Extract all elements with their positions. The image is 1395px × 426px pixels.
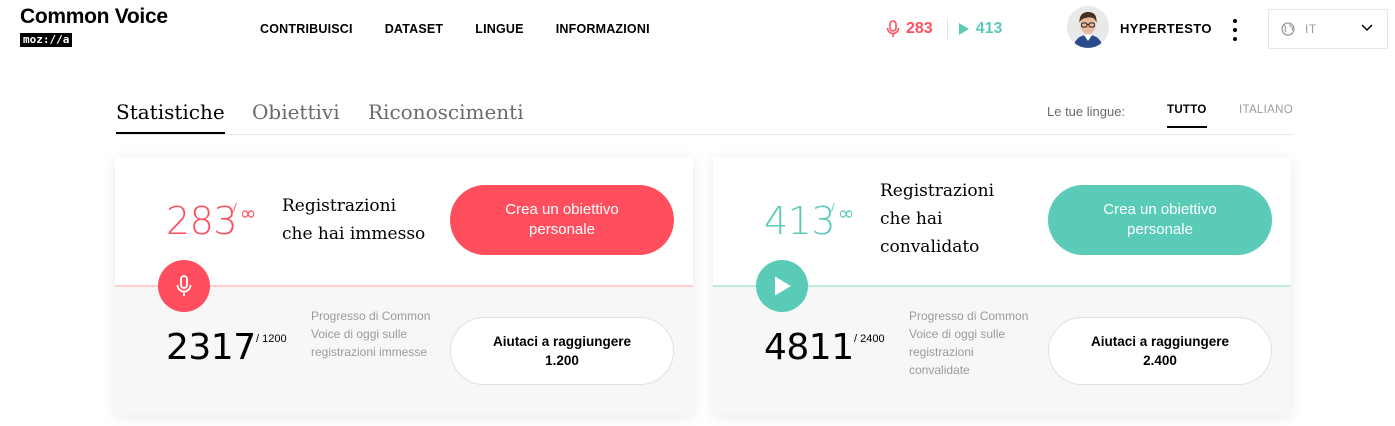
recordings-progress-description: Progresso di Common Voice di oggi sulle …: [311, 309, 431, 359]
help-reach-goal-button[interactable]: Aiutaci a raggiungere 1.200: [450, 317, 674, 385]
help-button-label: Aiutaci a raggiungere: [492, 334, 632, 349]
recordings-progress-goal: / 1200: [256, 333, 287, 345]
recordings-goal: / ∞: [233, 201, 256, 225]
recordings-progress-count: 2317: [166, 327, 256, 368]
counter-divider: [946, 19, 948, 39]
play-icon: [958, 23, 969, 35]
infinity-symbol: ∞: [239, 201, 257, 225]
microphone-icon: [886, 20, 900, 37]
recordings-label: Registrazioni che hai immesso: [282, 192, 425, 248]
help-reach-goal-button[interactable]: Aiutaci a raggiungere 2.400: [1048, 317, 1272, 385]
validations-label: Registrazioni che hai convalidato: [880, 177, 994, 261]
dot: [1233, 28, 1237, 32]
validations-count: 413: [764, 199, 836, 243]
language-filter-tutto[interactable]: TUTTO: [1167, 104, 1207, 128]
globe-icon: [1281, 22, 1295, 36]
recordings-counter[interactable]: 283: [886, 20, 933, 38]
tab-obiettivi[interactable]: Obiettivi: [252, 100, 340, 124]
language-filter-italiano[interactable]: ITALIANO: [1239, 104, 1293, 116]
label-line: che hai: [880, 209, 943, 229]
nav-item-lingue[interactable]: LINGUE: [475, 22, 523, 36]
dot: [1233, 37, 1237, 41]
validations-progress-count: 4811: [764, 327, 854, 368]
top-header: Common Voice moz://a CONTRIBUISCI DATASE…: [0, 0, 1395, 60]
label-line: che hai immesso: [282, 224, 426, 244]
goal-slash: /: [233, 201, 237, 214]
logo-title: Common Voice: [20, 5, 168, 28]
main-nav: CONTRIBUISCI DATASET LINGUE INFORMAZIONI: [260, 22, 650, 36]
validations-stats-card: 413 /∞ Registrazioni che hai convalidato…: [713, 157, 1291, 415]
recordings-count: 283: [906, 20, 933, 37]
avatar-icon: [1067, 6, 1109, 48]
validations-goal: / ∞: [831, 201, 854, 225]
label-line: convalidato: [880, 237, 980, 257]
recordings-count: 283: [166, 199, 238, 243]
nav-item-dataset[interactable]: DATASET: [385, 22, 444, 36]
more-menu-button[interactable]: [1228, 18, 1242, 42]
mozilla-logo: moz://a: [20, 33, 73, 47]
create-goal-button[interactable]: Crea un obiettivo personale: [1048, 185, 1272, 255]
recordings-stats-card: 283 /∞ Registrazioni che hai immesso Cre…: [115, 157, 693, 415]
tab-riconoscimenti[interactable]: Riconoscimenti: [368, 100, 524, 124]
chevron-down-icon: [1361, 24, 1373, 32]
validations-progress-description: Progresso di Common Voice di oggi sulle …: [909, 309, 1029, 377]
goal-slash: /: [831, 201, 835, 214]
tab-statistiche[interactable]: Statistiche: [116, 100, 225, 134]
validations-progress-goal: / 2400: [854, 333, 885, 345]
language-select[interactable]: IT: [1268, 9, 1388, 49]
microphone-icon: [176, 275, 192, 296]
language-filter-label: Le tue lingue:: [1047, 104, 1126, 119]
label-line: Registrazioni: [880, 181, 995, 201]
nav-item-contribuisci[interactable]: CONTRIBUISCI: [260, 22, 353, 36]
help-button-target: 1.200: [545, 353, 579, 368]
play-icon: [775, 276, 791, 296]
language-code: IT: [1305, 22, 1317, 36]
contribution-counters: 283 413: [886, 18, 1002, 40]
validations-counter[interactable]: 413: [958, 20, 1003, 38]
nav-item-informazioni[interactable]: INFORMAZIONI: [556, 22, 650, 36]
dot: [1233, 19, 1237, 23]
username[interactable]: HYPERTESTO: [1120, 21, 1212, 36]
common-voice-logo[interactable]: Common Voice moz://a: [20, 6, 168, 47]
play-badge: [756, 260, 808, 312]
create-goal-button[interactable]: Crea un obiettivo personale: [450, 185, 674, 255]
help-button-target: 2.400: [1143, 353, 1177, 368]
infinity-symbol: ∞: [837, 201, 855, 225]
microphone-badge: [158, 260, 210, 312]
dashboard-tabs: Statistiche Obiettivi Riconoscimenti Le …: [115, 96, 1293, 135]
help-button-label: Aiutaci a raggiungere: [1090, 334, 1230, 349]
avatar[interactable]: [1067, 6, 1109, 48]
label-line: Registrazioni: [282, 196, 397, 216]
validations-count: 413: [975, 20, 1003, 37]
